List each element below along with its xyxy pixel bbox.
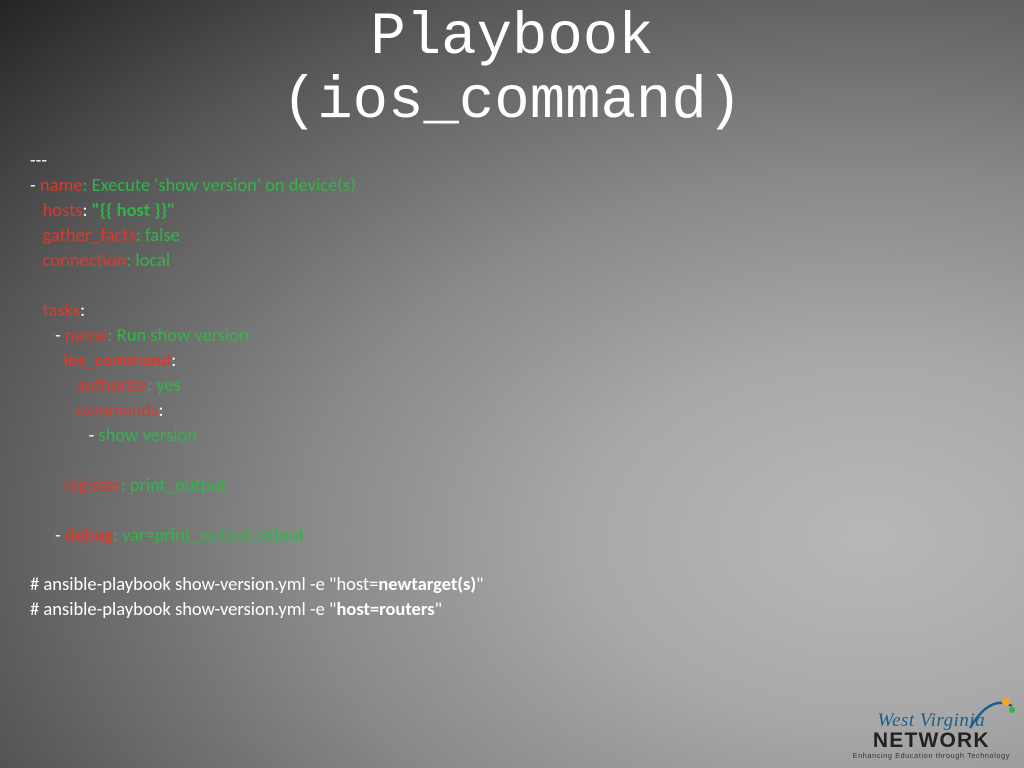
val-connection: : local bbox=[126, 248, 170, 271]
key-authorize: authorize bbox=[76, 373, 147, 396]
comment2b: host=routers bbox=[336, 597, 434, 620]
key-debug: debug bbox=[65, 523, 113, 546]
dash: - bbox=[55, 323, 65, 346]
key-hosts: hosts bbox=[43, 198, 83, 221]
val-gatherfacts: : false bbox=[136, 223, 180, 246]
key-register: register bbox=[63, 473, 120, 496]
val-hosts: "{{ host }}" bbox=[92, 198, 176, 221]
comment1c: " bbox=[476, 572, 483, 595]
yaml-doc-start: --- bbox=[30, 148, 47, 171]
key-name: name bbox=[40, 173, 83, 196]
val-debug: : var=print_output.stdout bbox=[113, 523, 305, 546]
colon-ioscmd: : bbox=[171, 348, 176, 371]
comment2c: " bbox=[435, 597, 442, 620]
dash: - bbox=[30, 173, 40, 196]
slide-title: Playbook (ios_command) bbox=[0, 6, 1024, 133]
key-tasks: tasks bbox=[43, 298, 81, 321]
val-task-name: : Run show version bbox=[108, 323, 249, 346]
playbook-code: --- - name: Execute 'show version' on de… bbox=[30, 148, 484, 622]
comment1a: # ansible-playbook show-version.yml -e "… bbox=[30, 572, 378, 595]
comment2a: # ansible-playbook show-version.yml -e " bbox=[30, 597, 336, 620]
key-task-name: name bbox=[65, 323, 108, 346]
dash: - bbox=[89, 423, 99, 446]
colon-hosts: : bbox=[83, 198, 92, 221]
colon-tasks: : bbox=[80, 298, 85, 321]
logo-line2: NETWORK bbox=[853, 729, 1010, 753]
key-ioscommand: ios_command bbox=[63, 348, 171, 371]
key-gatherfacts: gather_facts bbox=[43, 223, 136, 246]
val-register: : print_output bbox=[121, 473, 227, 496]
colon-commands: : bbox=[159, 398, 164, 421]
key-connection: connection bbox=[43, 248, 127, 271]
comment1b: newtarget(s) bbox=[378, 572, 476, 595]
val-showversion: show version bbox=[98, 423, 197, 446]
key-commands: commands bbox=[76, 398, 159, 421]
val-name: : Execute 'show version' on device(s) bbox=[82, 173, 355, 196]
slide: Playbook (ios_command) --- - name: Execu… bbox=[0, 0, 1024, 768]
title-line2: (ios_command) bbox=[282, 68, 742, 135]
dash: - bbox=[55, 523, 65, 546]
val-authorize: : yes bbox=[147, 373, 181, 396]
wvnet-logo: West Virginia NETWORK Enhancing Educatio… bbox=[853, 710, 1010, 760]
title-line1: Playbook bbox=[370, 4, 653, 71]
